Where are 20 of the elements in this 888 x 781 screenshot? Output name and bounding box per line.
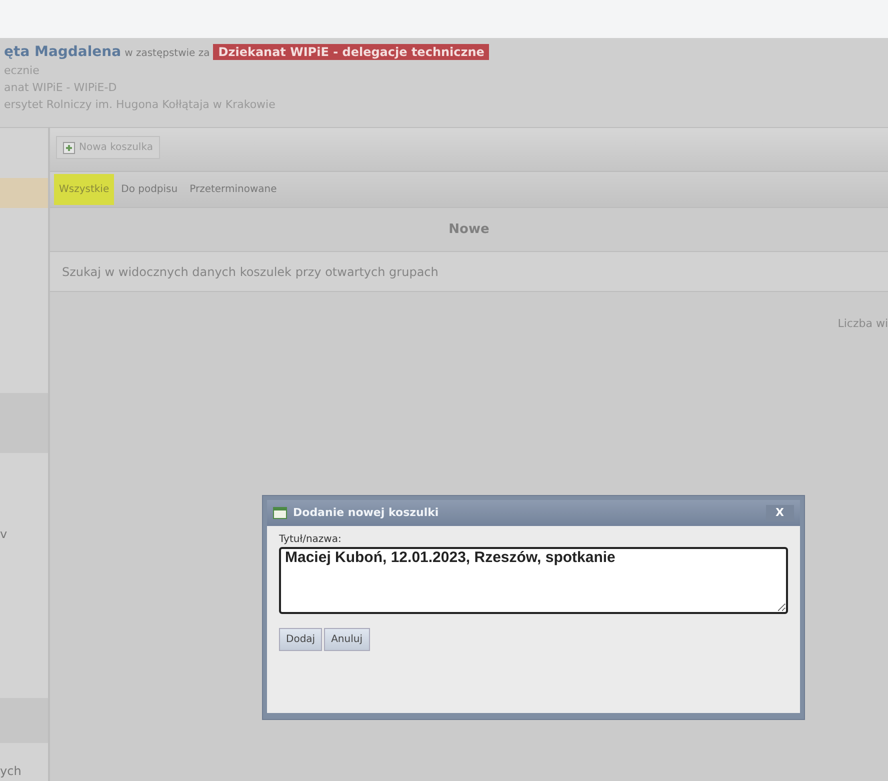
tab[interactable]: Wszystkie <box>54 174 114 205</box>
new-folder-button[interactable]: Nowa koszulka <box>56 136 160 159</box>
add-button[interactable]: Dodaj <box>279 628 322 651</box>
sidebar-item[interactable] <box>0 178 48 208</box>
tab[interactable]: Do podpisu <box>116 174 183 205</box>
count-label: Liczba wi <box>838 316 888 332</box>
field-label: Tytuł/nazwa: <box>279 533 342 547</box>
user-name[interactable]: ęta Magdalena <box>4 44 122 60</box>
tab[interactable]: Przeterminowane <box>184 174 282 205</box>
window-icon <box>273 507 287 519</box>
dialog-title: Dodanie nowej koszulki <box>293 504 439 521</box>
sidebar-item[interactable]: v <box>0 523 48 543</box>
sidebar-item[interactable]: ych <box>0 756 48 780</box>
cancel-button[interactable]: Anuluj <box>324 628 370 651</box>
add-icon <box>63 142 75 154</box>
substitute-text: w zastępstwie za <box>124 48 210 59</box>
title-field[interactable]: Maciej Kuboń, 12.01.2023, Rzeszów, spotkanie <box>279 547 788 614</box>
close-button[interactable]: X <box>766 504 794 522</box>
unit-badge: Dziekanat WIPiE - delegacje techniczne <box>213 44 490 60</box>
search-field[interactable]: Szukaj w widocznych danych koszulek przy otwartych grupach <box>50 252 888 292</box>
